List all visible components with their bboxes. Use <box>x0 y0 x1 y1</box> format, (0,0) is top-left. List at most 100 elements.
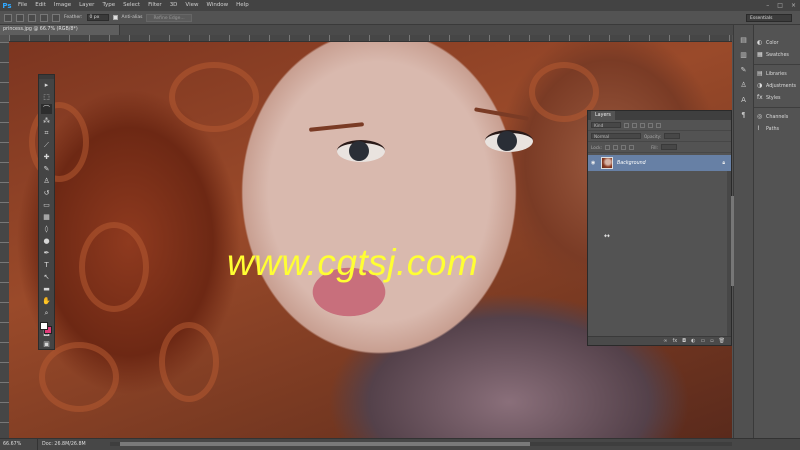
properties-panel-icon[interactable]: ▥ <box>738 50 750 61</box>
panel-scrollbar-thumb[interactable] <box>731 196 734 286</box>
foreground-color-swatch[interactable] <box>40 322 48 330</box>
window-controls: – □ × <box>766 0 796 11</box>
zoom-level[interactable]: 66.67% <box>0 438 38 450</box>
new-group-icon[interactable]: ▭ <box>701 338 706 344</box>
move-tool-icon[interactable]: ▸ <box>41 80 52 90</box>
menu-layer[interactable]: Layer <box>75 0 98 11</box>
brush-tool-icon[interactable]: ✎ <box>41 164 52 174</box>
horizontal-scrollbar[interactable] <box>110 442 732 446</box>
hair-curl <box>79 222 149 312</box>
filter-shape-icon[interactable] <box>648 122 653 128</box>
filter-type-icon[interactable] <box>640 122 645 128</box>
dock-item-channels[interactable]: ◎ Channels <box>754 111 800 123</box>
tools-panel-grip[interactable] <box>39 75 54 79</box>
adjustment-layer-icon[interactable]: ◐ <box>691 338 695 344</box>
vertical-ruler[interactable] <box>0 42 9 438</box>
delete-layer-icon[interactable]: 🗑︎ <box>719 338 725 344</box>
path-select-tool-icon[interactable]: ↖ <box>41 272 52 282</box>
lock-all-icon[interactable] <box>628 144 634 150</box>
minimize-icon[interactable]: – <box>766 2 769 9</box>
dock-item-swatches[interactable]: ▦ Swatches <box>754 49 800 61</box>
menu-filter[interactable]: Filter <box>144 0 166 11</box>
blend-mode-select[interactable]: Normal <box>591 133 641 139</box>
crop-tool-icon[interactable]: ⌗ <box>41 128 52 138</box>
tab-layers[interactable]: Layers <box>591 111 615 120</box>
add-mask-icon[interactable]: ◘ <box>682 338 686 344</box>
paragraph-panel-icon[interactable]: ¶ <box>738 110 750 121</box>
filter-pixel-icon[interactable] <box>624 122 629 128</box>
character-panel-icon[interactable]: A <box>738 95 750 106</box>
filter-adjustment-icon[interactable] <box>632 122 637 128</box>
tool-preset-button[interactable] <box>4 13 12 22</box>
dock-item-label: Swatches <box>766 52 789 58</box>
history-panel-icon[interactable]: ▤ <box>738 35 750 46</box>
visibility-eye-icon[interactable]: ◉ <box>591 160 597 166</box>
menu-help[interactable]: Help <box>232 0 253 11</box>
menu-file[interactable]: File <box>14 0 31 11</box>
new-layer-icon[interactable]: ▫ <box>710 338 713 344</box>
eraser-tool-icon[interactable]: ▭ <box>41 200 52 210</box>
workspace-select[interactable]: Essentials <box>746 14 792 22</box>
quick-select-tool-icon[interactable]: ⁂ <box>41 116 52 126</box>
maximize-icon[interactable]: □ <box>777 2 783 9</box>
gradient-tool-icon[interactable]: ▦ <box>41 212 52 222</box>
layer-filter-select[interactable]: Kind <box>591 122 621 128</box>
dock-item-color[interactable]: ◐ Color <box>754 37 800 49</box>
type-tool-icon[interactable]: T <box>41 260 52 270</box>
marquee-tool-icon[interactable]: ⬚ <box>41 92 52 102</box>
lock-position-icon[interactable] <box>620 144 626 150</box>
horizontal-ruler[interactable] <box>9 35 732 42</box>
close-icon[interactable]: × <box>791 2 796 9</box>
layer-style-icon[interactable]: fx <box>672 338 677 344</box>
menu-view[interactable]: View <box>181 0 202 11</box>
refine-edge-button[interactable]: Refine Edge... <box>146 13 192 22</box>
history-brush-tool-icon[interactable]: ↺ <box>41 188 52 198</box>
link-layers-icon[interactable]: ∞ <box>663 338 667 344</box>
clone-stamp-tool-icon[interactable]: ♙ <box>41 176 52 186</box>
hair-curl <box>159 322 219 402</box>
dock-item-adjustments[interactable]: ◑ Adjustments <box>754 80 800 92</box>
color-icon: ◐ <box>757 39 763 46</box>
menu-window[interactable]: Window <box>202 0 232 11</box>
intersect-selection-button[interactable] <box>52 13 60 22</box>
menu-image[interactable]: Image <box>50 0 75 11</box>
menu-select[interactable]: Select <box>119 0 144 11</box>
dock-item-paths[interactable]: ⌇ Paths <box>754 123 800 135</box>
menu-bar: Ps File Edit Image Layer Type Select Fil… <box>0 0 800 11</box>
feather-input[interactable]: 0 px <box>86 14 109 21</box>
brush-panel-icon[interactable]: ✎ <box>738 65 750 76</box>
screen-mode-icon[interactable]: ▣ <box>41 339 52 349</box>
healing-brush-tool-icon[interactable]: ✚ <box>41 152 52 162</box>
lock-pixels-icon[interactable] <box>612 144 618 150</box>
pen-tool-icon[interactable]: ✒ <box>41 248 52 258</box>
zoom-tool-icon[interactable]: ⌕ <box>41 308 52 318</box>
clone-source-panel-icon[interactable]: ♙ <box>738 80 750 91</box>
lock-label: Lock: <box>591 144 602 150</box>
dodge-tool-icon[interactable]: ● <box>41 236 52 246</box>
menu-type[interactable]: Type <box>98 0 119 11</box>
add-selection-button[interactable] <box>28 13 36 22</box>
subtract-selection-button[interactable] <box>40 13 48 22</box>
filter-smart-object-icon[interactable] <box>656 122 661 128</box>
document-tab[interactable]: princess.jpg @ 66.7% (RGB/8*) <box>0 25 120 35</box>
blur-tool-icon[interactable]: ◊ <box>41 224 52 234</box>
blend-row: Normal Opacity: <box>588 131 731 142</box>
new-selection-button[interactable] <box>16 13 24 22</box>
eyedropper-tool-icon[interactable]: ⟋ <box>41 140 52 150</box>
document-size[interactable]: Doc: 26.8M/26.8M <box>38 439 96 450</box>
rectangle-tool-icon[interactable]: ▬ <box>41 284 52 294</box>
antialias-checkbox[interactable] <box>112 15 118 20</box>
opacity-label: Opacity: <box>644 133 662 139</box>
layer-row-background[interactable]: ◉ Background 🔒︎ <box>588 155 731 171</box>
dock-item-styles[interactable]: fx Styles <box>754 92 800 104</box>
horizontal-scrollbar-thumb[interactable] <box>120 442 530 446</box>
menu-3d[interactable]: 3D <box>166 0 182 11</box>
hand-tool-icon[interactable]: ✋ <box>41 296 52 306</box>
lasso-tool-icon[interactable]: ⌒ <box>41 104 52 114</box>
lock-transparent-icon[interactable] <box>604 144 610 150</box>
menu-edit[interactable]: Edit <box>31 0 50 11</box>
fill-input[interactable] <box>660 144 677 150</box>
opacity-input[interactable] <box>664 133 681 139</box>
dock-item-libraries[interactable]: ▤ Libraries <box>754 68 800 80</box>
panel-icon-strip: ▤ ▥ ✎ ♙ A ¶ <box>733 25 753 438</box>
